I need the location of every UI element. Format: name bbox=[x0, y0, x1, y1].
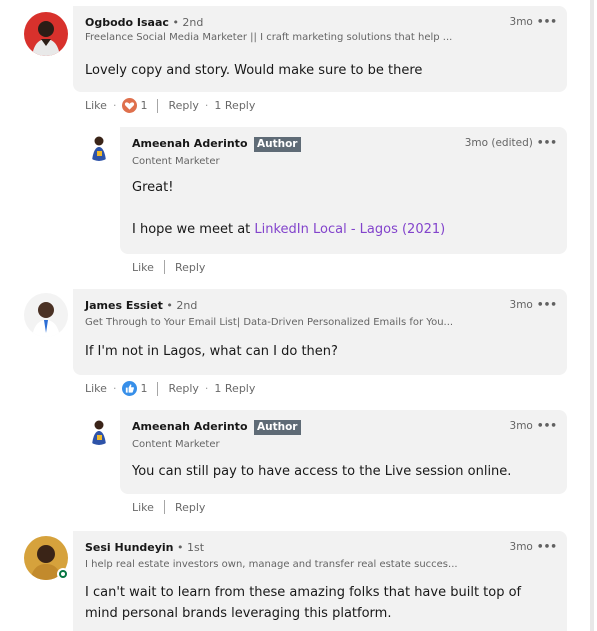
scrollbar[interactable] bbox=[590, 0, 594, 631]
online-status-indicator bbox=[57, 568, 69, 580]
connection-degree: • 1st bbox=[177, 541, 205, 554]
reply-text-line: I hope we meet at LinkedIn Local - Lagos… bbox=[132, 222, 445, 237]
comment-text-line: I can't wait to learn from these amazing… bbox=[85, 585, 522, 600]
author-badge: Author bbox=[254, 420, 301, 435]
more-options-icon[interactable]: ••• bbox=[537, 420, 557, 432]
comment-bubble: Ogbodo Isaac • 2nd Freelance Social Medi… bbox=[73, 6, 567, 92]
commenter-name[interactable]: Ameenah Aderinto bbox=[132, 420, 248, 433]
reaction-count: 1 bbox=[140, 99, 148, 112]
replies-count-link[interactable]: 1 Reply bbox=[214, 99, 255, 112]
connection-degree: • 2nd bbox=[166, 299, 198, 312]
like-button[interactable]: Like bbox=[132, 261, 154, 274]
avatar[interactable] bbox=[85, 133, 113, 161]
separator-dot: · bbox=[204, 99, 209, 112]
comment-time: 3mo bbox=[509, 541, 533, 553]
comment-actions: Like · 1 Reply · 1 Reply bbox=[85, 381, 255, 396]
reply-button[interactable]: Reply bbox=[168, 382, 198, 395]
reply-bubble: Ameenah Aderinto Author Content Marketer… bbox=[120, 127, 567, 254]
like-button[interactable]: Like bbox=[85, 99, 107, 112]
comment-time: 3mo bbox=[509, 16, 533, 28]
thumbs-up-reaction-icon bbox=[122, 381, 138, 396]
divider bbox=[163, 260, 165, 274]
replies-count-link[interactable]: 1 Reply bbox=[214, 382, 255, 395]
reply-text-prefix: I hope we meet at bbox=[132, 222, 255, 237]
comment-text-line: mind personal brands leveraging this pla… bbox=[85, 606, 392, 621]
reactions-summary[interactable]: 1 bbox=[122, 98, 147, 113]
commenter-headline: Content Marketer bbox=[132, 439, 220, 450]
commenter-headline: I help real estate investors own, manage… bbox=[85, 559, 458, 570]
connection-degree: • 2nd bbox=[172, 16, 204, 29]
avatar-photo-ameenah bbox=[85, 417, 113, 445]
comment-time: 3mo bbox=[509, 299, 533, 311]
commenter-name[interactable]: Ogbodo Isaac bbox=[85, 16, 169, 29]
separator-dot: · bbox=[112, 99, 117, 112]
more-options-icon[interactable]: ••• bbox=[537, 299, 557, 311]
like-button[interactable]: Like bbox=[132, 501, 154, 514]
avatar[interactable] bbox=[85, 417, 113, 445]
divider bbox=[163, 500, 165, 514]
comment-bubble: James Essiet • 2nd Get Through to Your E… bbox=[73, 289, 567, 375]
like-button[interactable]: Like bbox=[85, 382, 107, 395]
separator-dot: · bbox=[204, 382, 209, 395]
avatar-photo-james bbox=[24, 293, 68, 337]
reply-text: You can still pay to have access to the … bbox=[132, 464, 512, 479]
commenter-headline: Content Marketer bbox=[132, 156, 220, 167]
commenter-headline: Freelance Social Media Marketer || I cra… bbox=[85, 32, 453, 43]
reply-button[interactable]: Reply bbox=[168, 99, 198, 112]
commenter-name[interactable]: Ameenah Aderinto bbox=[132, 137, 248, 150]
avatar-photo-ogbodo bbox=[24, 12, 68, 56]
commenter-name[interactable]: James Essiet bbox=[85, 299, 163, 312]
comment-text: Lovely copy and story. Would make sure t… bbox=[85, 63, 423, 78]
reactions-summary[interactable]: 1 bbox=[122, 381, 147, 396]
author-badge: Author bbox=[254, 137, 301, 152]
reply-actions: Like Reply bbox=[132, 500, 205, 514]
commenter-name[interactable]: Sesi Hundeyin bbox=[85, 541, 174, 554]
reply-actions: Like Reply bbox=[132, 260, 205, 274]
reply-button[interactable]: Reply bbox=[175, 261, 205, 274]
separator-dot: · bbox=[112, 382, 117, 395]
avatar-photo-ameenah bbox=[85, 133, 113, 161]
comment-text: If I'm not in Lagos, what can I do then? bbox=[85, 344, 338, 359]
avatar[interactable] bbox=[24, 12, 68, 56]
reaction-count: 1 bbox=[140, 382, 148, 395]
comment-time: 3mo (edited) bbox=[464, 137, 533, 149]
comment-time: 3mo bbox=[509, 420, 533, 432]
reply-button[interactable]: Reply bbox=[175, 501, 205, 514]
avatar[interactable] bbox=[24, 293, 68, 337]
comments-thread: Ogbodo Isaac • 2nd Freelance Social Medi… bbox=[0, 0, 597, 631]
divider bbox=[157, 98, 159, 113]
comment-actions: Like · 1 Reply · 1 Reply bbox=[85, 98, 255, 113]
love-reaction-icon bbox=[122, 98, 138, 113]
comment-bubble: Sesi Hundeyin • 1st I help real estate i… bbox=[73, 531, 567, 631]
more-options-icon[interactable]: ••• bbox=[537, 541, 557, 553]
mention-link[interactable]: LinkedIn Local - Lagos (2021) bbox=[254, 222, 445, 237]
commenter-headline: Get Through to Your Email List| Data-Dri… bbox=[85, 317, 454, 328]
divider bbox=[157, 381, 159, 396]
reply-bubble: Ameenah Aderinto Author Content Marketer… bbox=[120, 410, 567, 494]
more-options-icon[interactable]: ••• bbox=[537, 137, 557, 149]
more-options-icon[interactable]: ••• bbox=[537, 16, 557, 28]
reply-text-line: Great! bbox=[132, 180, 174, 195]
